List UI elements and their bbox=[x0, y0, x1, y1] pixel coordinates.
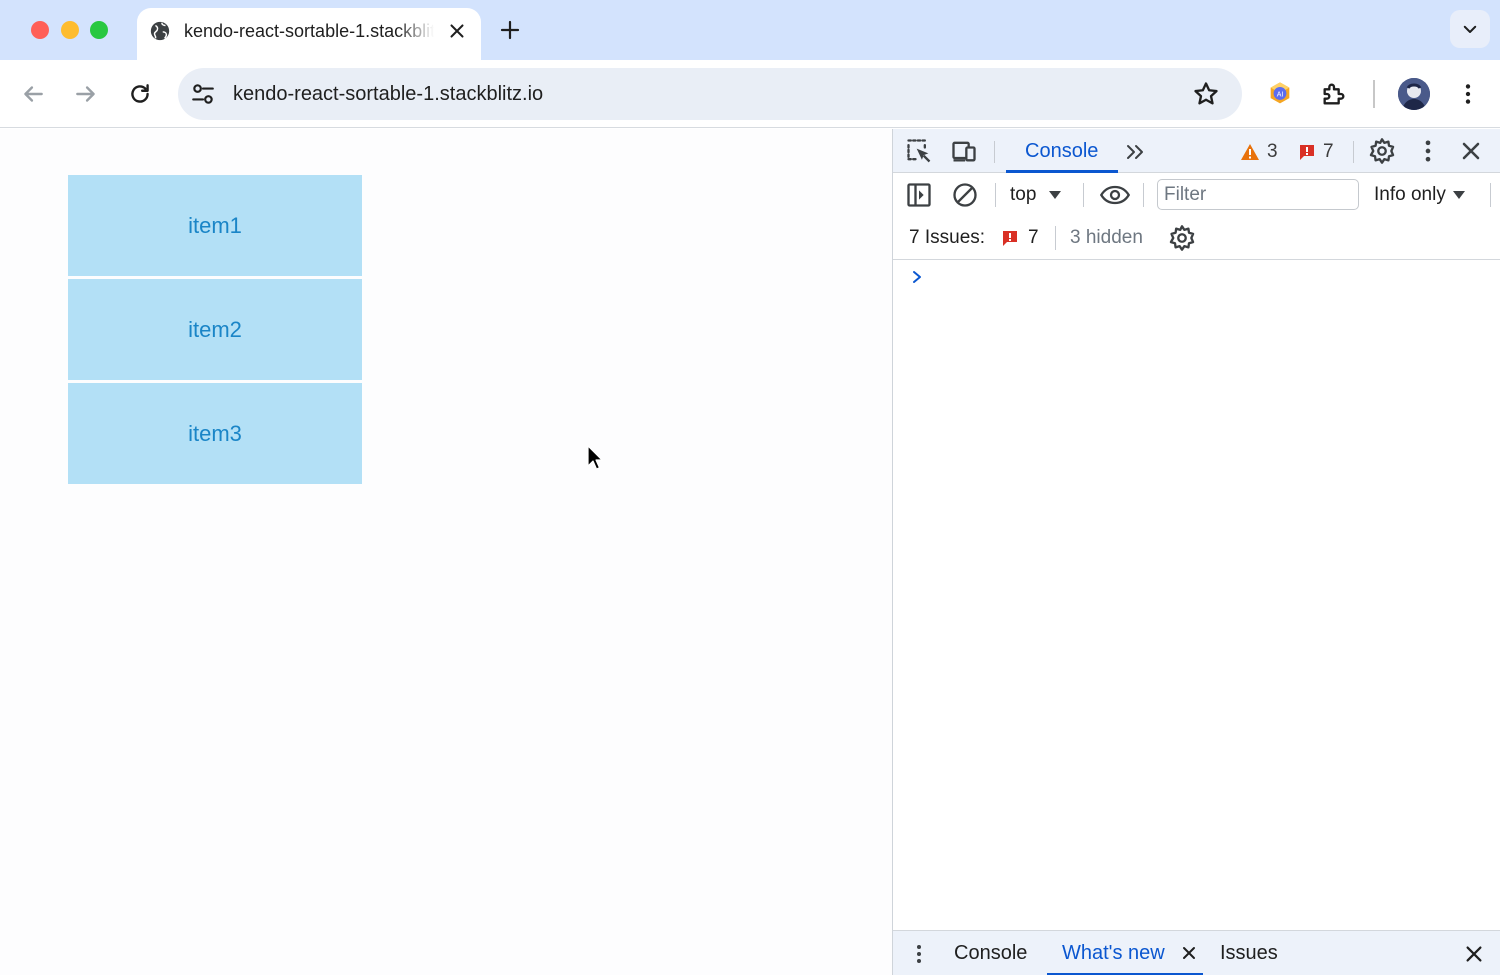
window-close-button[interactable] bbox=[31, 21, 49, 39]
chevron-down-icon bbox=[1463, 25, 1477, 33]
warnings-count: 3 bbox=[1267, 141, 1278, 162]
svg-text:AI: AI bbox=[1277, 91, 1284, 98]
extensions-puzzle-icon[interactable] bbox=[1320, 80, 1348, 108]
context-label: top bbox=[1010, 184, 1037, 205]
bookmark-star-icon[interactable] bbox=[1192, 80, 1220, 108]
toolbar-divider bbox=[1490, 183, 1491, 207]
sortable-item-3[interactable]: item3 bbox=[68, 383, 362, 484]
dropdown-arrow-icon bbox=[1049, 191, 1062, 199]
close-icon[interactable] bbox=[446, 20, 468, 42]
devtools-panel: Console 3 7 top Filter Info only 7 Issue… bbox=[892, 129, 1500, 975]
more-vert-icon[interactable] bbox=[1455, 80, 1481, 108]
live-expression-eye-icon[interactable] bbox=[1099, 181, 1131, 209]
new-tab-icon[interactable] bbox=[498, 18, 522, 42]
clear-console-icon[interactable] bbox=[951, 181, 979, 209]
warning-icon bbox=[1241, 144, 1259, 160]
profile-avatar[interactable] bbox=[1398, 78, 1430, 110]
warnings-badge[interactable]: 3 bbox=[1240, 140, 1278, 164]
gear-icon[interactable] bbox=[1168, 224, 1196, 252]
sidebar-toggle-icon[interactable] bbox=[905, 181, 933, 209]
globe-icon bbox=[150, 21, 170, 41]
page-viewport: item1 item2 item3 bbox=[0, 129, 892, 975]
drawer-tab-whats-new[interactable]: What's new bbox=[1047, 931, 1203, 975]
drawer-tab-whats-new-label: What's new bbox=[1062, 942, 1165, 964]
console-toolbar: top Info only bbox=[893, 174, 1500, 216]
context-selector[interactable]: top bbox=[1010, 182, 1062, 208]
issue-flag-icon bbox=[1003, 231, 1017, 246]
issues-label: 7 Issues: bbox=[909, 227, 986, 248]
reload-icon[interactable] bbox=[127, 81, 153, 107]
window-maximize-button[interactable] bbox=[90, 21, 108, 39]
issues-bar: 7 Issues: 7 3 hidden bbox=[893, 216, 1500, 260]
tab-console-label: Console bbox=[1025, 140, 1099, 162]
log-level-label: Info only bbox=[1374, 184, 1446, 205]
dropdown-arrow-icon bbox=[1452, 191, 1465, 199]
tab-strip: kendo-react-sortable-1.stackblitz.io bbox=[0, 0, 1500, 60]
window-minimize-button[interactable] bbox=[61, 21, 79, 39]
browser-toolbar: kendo-react-sortable-1.stackblitz.io AI bbox=[0, 60, 1500, 128]
close-drawer-icon[interactable] bbox=[1463, 943, 1485, 965]
hidden-issues-label: 3 hidden bbox=[1070, 227, 1143, 248]
drawer-tab-console[interactable]: Console bbox=[954, 941, 1027, 965]
console-prompt-chevron-icon[interactable] bbox=[909, 267, 925, 287]
tab-console[interactable]: Console bbox=[1006, 129, 1118, 173]
devtools-main-toolbar: Console 3 7 bbox=[893, 129, 1500, 173]
sortable-item-1[interactable]: item1 bbox=[68, 175, 362, 276]
issues-count-badge[interactable]: 7 bbox=[1001, 226, 1039, 250]
toolbar-divider bbox=[1055, 226, 1056, 250]
toolbar-divider bbox=[1143, 183, 1144, 207]
close-devtools-icon[interactable] bbox=[1457, 137, 1485, 165]
mouse-pointer-icon bbox=[587, 445, 603, 470]
more-tabs-icon[interactable] bbox=[1123, 140, 1147, 164]
toolbar-divider bbox=[994, 141, 995, 163]
tab-title: kendo-react-sortable-1.stackblitz.io bbox=[184, 21, 434, 41]
toolbar-divider bbox=[1083, 183, 1084, 207]
back-arrow-icon[interactable] bbox=[20, 81, 46, 107]
address-bar[interactable]: kendo-react-sortable-1.stackblitz.io bbox=[178, 68, 1242, 120]
errors-count: 7 bbox=[1323, 141, 1334, 162]
toolbar-divider bbox=[1353, 141, 1354, 163]
drawer-more-vert-icon[interactable] bbox=[907, 941, 931, 967]
site-settings-icon[interactable] bbox=[190, 81, 216, 107]
tab-search-button[interactable] bbox=[1450, 10, 1490, 48]
sortable-list: item1 item2 item3 bbox=[68, 175, 362, 487]
log-level-selector[interactable]: Info only bbox=[1374, 182, 1466, 208]
drawer-tab-issues[interactable]: Issues bbox=[1220, 941, 1278, 965]
toolbar-divider bbox=[1373, 80, 1375, 108]
devtools-drawer: Console What's new Issues bbox=[893, 930, 1500, 975]
close-icon[interactable] bbox=[1181, 945, 1197, 961]
errors-badge[interactable]: 7 bbox=[1298, 140, 1334, 164]
device-toolbar-icon[interactable] bbox=[950, 137, 978, 165]
avatar-image bbox=[1398, 78, 1430, 110]
ai-extension-icon[interactable]: AI bbox=[1266, 80, 1294, 108]
issues-count: 7 bbox=[1028, 227, 1039, 248]
filter-input[interactable] bbox=[1157, 179, 1359, 210]
forward-arrow-icon[interactable] bbox=[73, 81, 99, 107]
inspect-element-icon[interactable] bbox=[905, 137, 933, 165]
sortable-item-2[interactable]: item2 bbox=[68, 279, 362, 380]
url-text[interactable]: kendo-react-sortable-1.stackblitz.io bbox=[233, 81, 543, 107]
gear-icon[interactable] bbox=[1368, 137, 1396, 165]
more-vert-icon[interactable] bbox=[1414, 137, 1442, 165]
toolbar-divider bbox=[995, 183, 996, 207]
browser-tab[interactable]: kendo-react-sortable-1.stackblitz.io bbox=[137, 8, 481, 60]
issue-flag-icon bbox=[1300, 145, 1314, 160]
